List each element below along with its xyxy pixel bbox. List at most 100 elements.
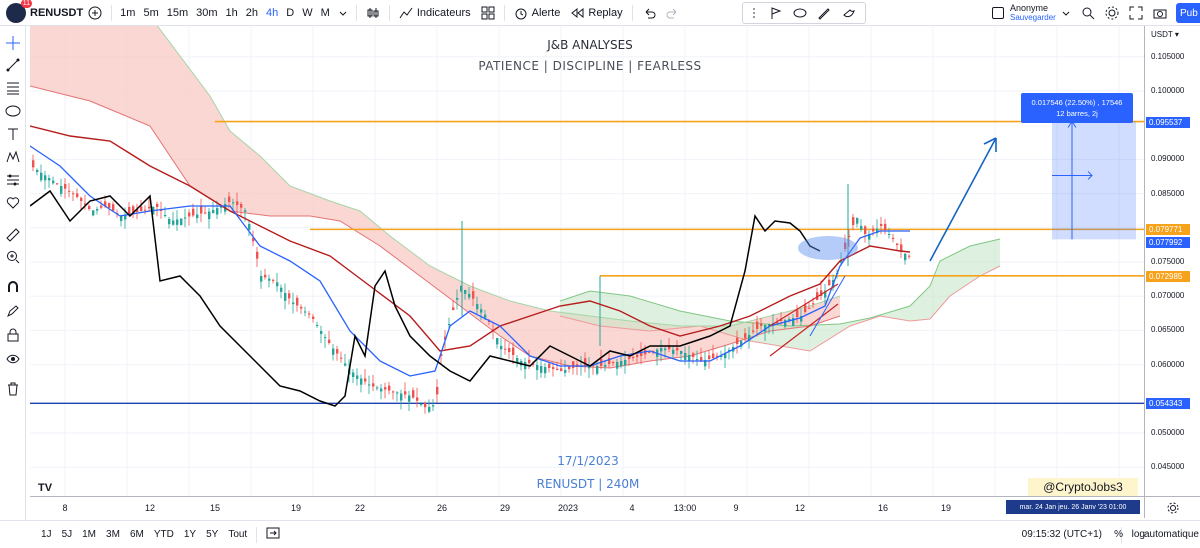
- candle-body: [404, 391, 407, 395]
- candle-body: [272, 279, 275, 281]
- text-tool[interactable]: [4, 125, 22, 143]
- price-label: 0.065000: [1151, 325, 1185, 335]
- timeframe-dropdown-button[interactable]: [334, 0, 352, 26]
- goto-date-button[interactable]: [261, 526, 285, 543]
- symbol-search-button[interactable]: RENUSDT: [30, 7, 83, 19]
- layout-checkbox[interactable]: [992, 7, 1004, 19]
- zoom-tool[interactable]: [4, 248, 22, 266]
- floating-drawing-toolbar: [742, 2, 866, 24]
- candle-body: [204, 212, 207, 214]
- snapshot-button[interactable]: [1148, 0, 1172, 26]
- timeframe-30m[interactable]: 30m: [192, 0, 221, 26]
- ellipse-icon[interactable]: [793, 6, 807, 20]
- highlight-ellipse: [798, 236, 858, 260]
- candle-body: [112, 204, 115, 211]
- lock-drawings-tool[interactable]: [4, 302, 22, 320]
- timeframe-5m[interactable]: 5m: [139, 0, 162, 26]
- divider: [503, 4, 505, 21]
- range-1y[interactable]: 1Y: [179, 529, 201, 540]
- brush-icon[interactable]: [817, 6, 831, 20]
- indicators-button[interactable]: Indicateurs: [394, 0, 476, 26]
- candle-body: [44, 175, 47, 181]
- percent-scale-button[interactable]: %: [1109, 529, 1128, 540]
- text-icon: [8, 128, 18, 140]
- prediction-tool[interactable]: [4, 171, 22, 189]
- candle-body: [672, 349, 675, 355]
- search-button[interactable]: [1076, 0, 1100, 26]
- undo-button[interactable]: [637, 0, 661, 26]
- bird-icon[interactable]: [842, 6, 856, 20]
- candle-body: [556, 368, 559, 370]
- range-6m[interactable]: 6M: [125, 529, 149, 540]
- range-1j[interactable]: 1J: [36, 529, 57, 540]
- divider: [388, 4, 390, 21]
- candle-body: [528, 359, 531, 363]
- ruler-tool[interactable]: [4, 226, 22, 244]
- fib-tool[interactable]: [4, 79, 22, 97]
- templates-button[interactable]: [476, 0, 500, 26]
- candle-body: [96, 209, 99, 211]
- timeframe-15m[interactable]: 15m: [163, 0, 192, 26]
- candle-body: [676, 347, 679, 351]
- timeframe-W[interactable]: W: [298, 0, 316, 26]
- magnet-icon: [8, 281, 18, 292]
- timeframe-4h[interactable]: 4h: [262, 0, 282, 26]
- axis-settings-button[interactable]: [1144, 496, 1200, 518]
- trendline-tool[interactable]: [4, 56, 22, 74]
- heart-tool[interactable]: [4, 194, 22, 212]
- chevron-down-icon[interactable]: [1062, 9, 1070, 17]
- price-axis[interactable]: USDT ▾ 0.105000 0.100000 0.090000 0.085000 0…: [1144, 26, 1200, 496]
- candle-body: [872, 228, 875, 232]
- settings-button[interactable]: [1100, 0, 1124, 26]
- candle-body: [68, 190, 71, 192]
- shapes-tool[interactable]: [4, 102, 22, 120]
- auto-scale-button[interactable]: automatique: [1139, 529, 1200, 540]
- user-block[interactable]: Anonyme Sauvegarder: [1010, 3, 1056, 23]
- publish-button[interactable]: Pub: [1176, 3, 1200, 23]
- redo-button[interactable]: [661, 0, 685, 26]
- timeframe-1h[interactable]: 1h: [222, 0, 242, 26]
- clock-display[interactable]: 09:15:32 (UTC+1): [1022, 529, 1102, 540]
- range-tout[interactable]: Tout: [223, 529, 252, 540]
- alert-button[interactable]: Alerte: [509, 0, 566, 26]
- fullscreen-button[interactable]: [1124, 0, 1148, 26]
- delete-tool[interactable]: [4, 380, 22, 398]
- range-ytd[interactable]: YTD: [149, 529, 179, 540]
- app-logo-icon[interactable]: 11: [6, 0, 32, 23]
- drag-handle-icon[interactable]: [752, 6, 758, 20]
- compare-symbol-button[interactable]: [83, 0, 107, 26]
- timeframe-1m[interactable]: 1m: [116, 0, 139, 26]
- chart-type-button[interactable]: [361, 0, 385, 26]
- prediction-icon: [7, 174, 19, 186]
- candle-body: [808, 307, 811, 309]
- timeframe-2h[interactable]: 2h: [242, 0, 262, 26]
- pattern-tool[interactable]: [4, 148, 22, 166]
- crosshair-tool[interactable]: [4, 34, 22, 52]
- range-3m[interactable]: 3M: [101, 529, 125, 540]
- range-5y[interactable]: 5Y: [201, 529, 223, 540]
- trendline-icon: [6, 58, 20, 72]
- timeframe-M[interactable]: M: [317, 0, 334, 26]
- candle-body: [420, 404, 423, 405]
- price-tag: 0.079771: [1146, 224, 1190, 236]
- price-range-label[interactable]: 0.017546 (22.50%) , 17546 12 barres, 2j: [1021, 93, 1133, 123]
- candle-body: [432, 405, 435, 407]
- candle-body: [568, 366, 571, 369]
- time-label: 12: [144, 503, 156, 513]
- candle-body: [72, 193, 75, 195]
- replay-label: Replay: [588, 6, 623, 19]
- save-link[interactable]: Sauvegarder: [1010, 13, 1056, 23]
- candle-body: [480, 309, 483, 313]
- lock-tool[interactable]: [4, 326, 22, 344]
- time-axis[interactable]: 8 12 15 19 22 26 29 2023 4 13:00 9 12 16 19 mar. 24 J…: [30, 496, 1144, 518]
- range-5j[interactable]: 5J: [57, 529, 78, 540]
- range-1m[interactable]: 1M: [77, 529, 101, 540]
- candle-body: [328, 339, 331, 343]
- magnet-tool[interactable]: [4, 278, 22, 296]
- timeframe-D[interactable]: D: [282, 0, 298, 26]
- flag-icon[interactable]: [769, 6, 783, 20]
- price-label: 0.085000: [1151, 188, 1185, 198]
- visibility-tool[interactable]: [4, 350, 22, 368]
- chart-pane[interactable]: J&B ANALYSES PATIENCE | DISCIPLINE | FEA…: [30, 26, 1144, 496]
- replay-button[interactable]: Replay: [565, 0, 627, 26]
